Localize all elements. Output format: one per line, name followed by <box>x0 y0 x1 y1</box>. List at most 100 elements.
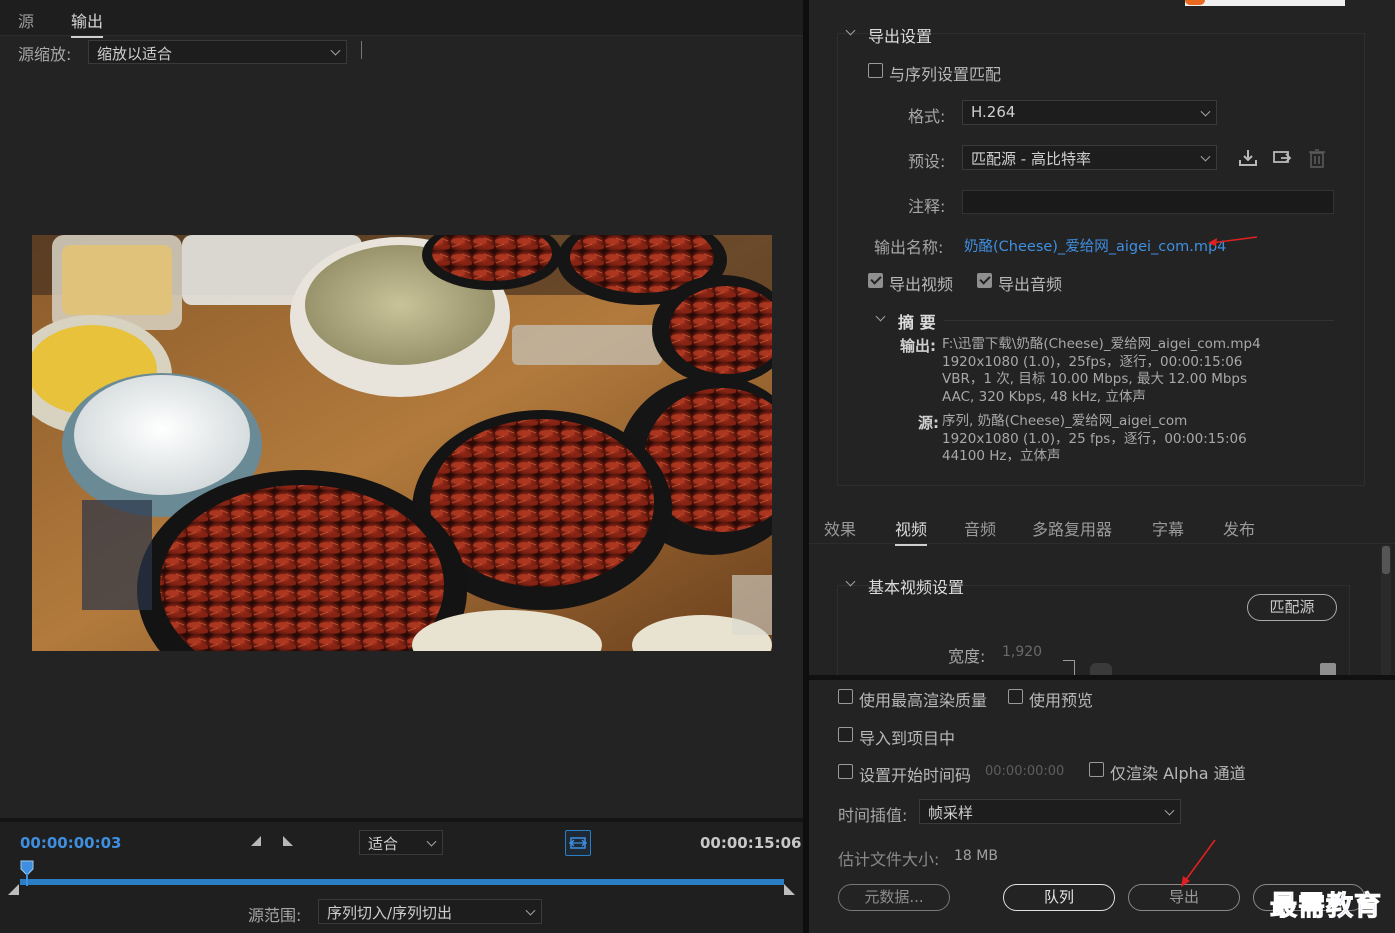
preset-dropdown[interactable]: 匹配源 - 高比特率 <box>962 145 1217 170</box>
range-end-handle[interactable] <box>784 884 795 895</box>
mark-in-icon[interactable] <box>251 836 261 846</box>
max-render-quality-label: 使用最高渲染质量 <box>859 691 988 710</box>
summary-source-line: 序列, 奶酪(Cheese)_爱给网_aigei_com <box>942 413 1188 429</box>
set-start-timecode-label: 设置开始时间码 <box>859 766 972 785</box>
fit-value: 适合 <box>368 835 399 853</box>
summary-output-line: AAC, 320 Kbps, 48 kHz, 立体声 <box>942 388 1146 405</box>
max-render-quality-checkbox[interactable] <box>838 689 853 704</box>
delete-preset-icon[interactable] <box>1306 147 1328 169</box>
source-scale-label: 源缩放: <box>18 45 72 64</box>
chevron-down-icon <box>525 905 536 916</box>
chevron-down-icon <box>1200 106 1211 117</box>
chevron-down-icon <box>330 45 341 56</box>
link-bracket <box>1063 660 1075 675</box>
summary-output-details: F:\迅雷下载\奶酪(Cheese)_爱给网_aigei_com.mp4 192… <box>942 336 1261 406</box>
output-name-link[interactable]: 奶酪(Cheese)_爱给网_aigei_com.mp4 <box>964 235 1226 256</box>
annotation-arrow-export <box>1181 839 1216 887</box>
current-timecode[interactable]: 00:00:00:03 <box>20 834 122 852</box>
comment-input[interactable] <box>962 190 1334 214</box>
basic-video-settings-title: 基本视频设置 <box>868 578 965 597</box>
time-interpolation-label: 时间插值: <box>838 806 908 825</box>
output-name-label: 输出名称: <box>874 238 944 257</box>
summary-output-line: VBR，1 次, 目标 10.00 Mbps, 最大 12.00 Mbps <box>942 371 1248 387</box>
export-video-checkbox[interactable] <box>868 273 883 288</box>
import-into-project-label: 导入到项目中 <box>859 729 956 748</box>
link-icon[interactable] <box>1090 663 1112 675</box>
watermark-logo: 最需教育 <box>1270 891 1382 923</box>
summary-divider <box>944 320 1334 321</box>
summary-output-line: 1920x1080 (1.0)，25fps，逐行，00:00:15:06 <box>942 353 1243 370</box>
video-preview-frame <box>32 235 772 651</box>
estimated-size-value: 18 MB <box>954 848 998 864</box>
chevron-down-icon <box>1200 151 1211 162</box>
top-edge-overlay <box>1185 0 1345 6</box>
source-range-dropdown[interactable]: 序列切入/序列切出 <box>318 899 542 924</box>
render-alpha-only-checkbox[interactable] <box>1089 762 1104 777</box>
export-settings-title: 导出设置 <box>868 27 933 46</box>
source-scale-value: 缩放以适合 <box>97 45 173 63</box>
comment-label: 注释: <box>908 197 946 216</box>
save-preset-icon[interactable] <box>1237 147 1259 169</box>
summary-title: 摘 要 <box>898 313 936 332</box>
preset-value: 匹配源 - 高比特率 <box>971 150 1091 168</box>
match-sequence-checkbox[interactable] <box>868 63 883 78</box>
tab-audio[interactable]: 音频 <box>964 516 996 540</box>
width-checkbox[interactable] <box>1320 663 1336 675</box>
left-tab-bar: 源 输出 <box>0 0 803 38</box>
export-audio-checkbox[interactable] <box>977 273 992 288</box>
tab-output[interactable]: 输出 <box>71 8 104 38</box>
import-into-project-checkbox[interactable] <box>838 727 853 742</box>
tab-effects[interactable]: 效果 <box>824 516 856 540</box>
mark-out-icon[interactable] <box>283 836 293 846</box>
settings-tab-bar: 效果 视频 音频 多路复用器 字幕 发布 <box>809 508 1395 546</box>
text-cursor <box>361 41 362 59</box>
summary-source-details: 序列, 奶酪(Cheese)_爱给网_aigei_com 1920x1080 (… <box>942 413 1247 466</box>
format-dropdown[interactable]: H.264 <box>962 100 1217 125</box>
summary-source-line: 44100 Hz，立体声 <box>942 448 1061 464</box>
timeline-range-bar[interactable] <box>20 879 784 885</box>
export-audio-label: 导出音频 <box>998 275 1063 294</box>
time-interpolation-dropdown[interactable]: 帧采样 <box>919 799 1181 824</box>
tab-source[interactable]: 源 <box>18 8 34 32</box>
queue-button[interactable]: 队列 <box>1003 884 1115 911</box>
aspect-correction-icon[interactable] <box>565 830 591 856</box>
summary-source-line: 1920x1080 (1.0)，25 fps，逐行，00:00:15:06 <box>942 430 1247 447</box>
width-value[interactable]: 1,920 <box>1002 644 1042 660</box>
fit-dropdown[interactable]: 适合 <box>359 830 443 855</box>
format-value: H.264 <box>971 103 1016 121</box>
match-source-button[interactable]: 匹配源 <box>1247 594 1337 621</box>
metadata-button[interactable]: 元数据... <box>838 884 950 911</box>
import-preset-icon[interactable] <box>1271 147 1293 169</box>
format-label: 格式: <box>908 107 946 126</box>
source-range-value: 序列切入/序列切出 <box>327 904 453 922</box>
source-scale-dropdown[interactable]: 缩放以适合 <box>88 40 347 64</box>
top-edge-mark <box>1185 0 1205 5</box>
width-label: 宽度: <box>948 647 986 666</box>
set-start-timecode-checkbox[interactable] <box>838 764 853 779</box>
summary-source-key: 源: <box>918 414 939 432</box>
section-divider <box>809 675 1395 680</box>
source-range-label: 源范围: <box>248 906 302 925</box>
preset-label: 预设: <box>908 152 946 171</box>
render-alpha-only-label: 仅渲染 Alpha 通道 <box>1110 764 1246 783</box>
summary-output-key: 输出: <box>900 337 936 355</box>
annotation-arrow-output <box>1208 236 1258 246</box>
chevron-down-icon <box>1164 805 1175 816</box>
scrollbar-thumb[interactable] <box>1382 546 1390 574</box>
tab-publish[interactable]: 发布 <box>1223 516 1255 540</box>
match-sequence-label: 与序列设置匹配 <box>889 65 1002 84</box>
estimated-size-label: 估计文件大小: <box>838 850 940 869</box>
start-timecode-value[interactable]: 00:00:00:00 <box>985 764 1064 779</box>
tab-multiplexer[interactable]: 多路复用器 <box>1032 516 1112 540</box>
duration-timecode: 00:00:15:06 <box>700 834 802 852</box>
time-interpolation-value: 帧采样 <box>928 804 974 822</box>
use-previews-label: 使用预览 <box>1029 691 1094 710</box>
tab-captions[interactable]: 字幕 <box>1152 516 1184 540</box>
crayfish-dinner-image <box>32 235 772 651</box>
range-start-handle[interactable] <box>8 884 19 895</box>
use-previews-checkbox[interactable] <box>1008 689 1023 704</box>
playhead-handle[interactable] <box>20 860 34 886</box>
tab-video[interactable]: 视频 <box>895 516 928 546</box>
summary-output-line: F:\迅雷下载\奶酪(Cheese)_爱给网_aigei_com.mp4 <box>942 336 1261 352</box>
chevron-down-icon <box>426 836 437 847</box>
